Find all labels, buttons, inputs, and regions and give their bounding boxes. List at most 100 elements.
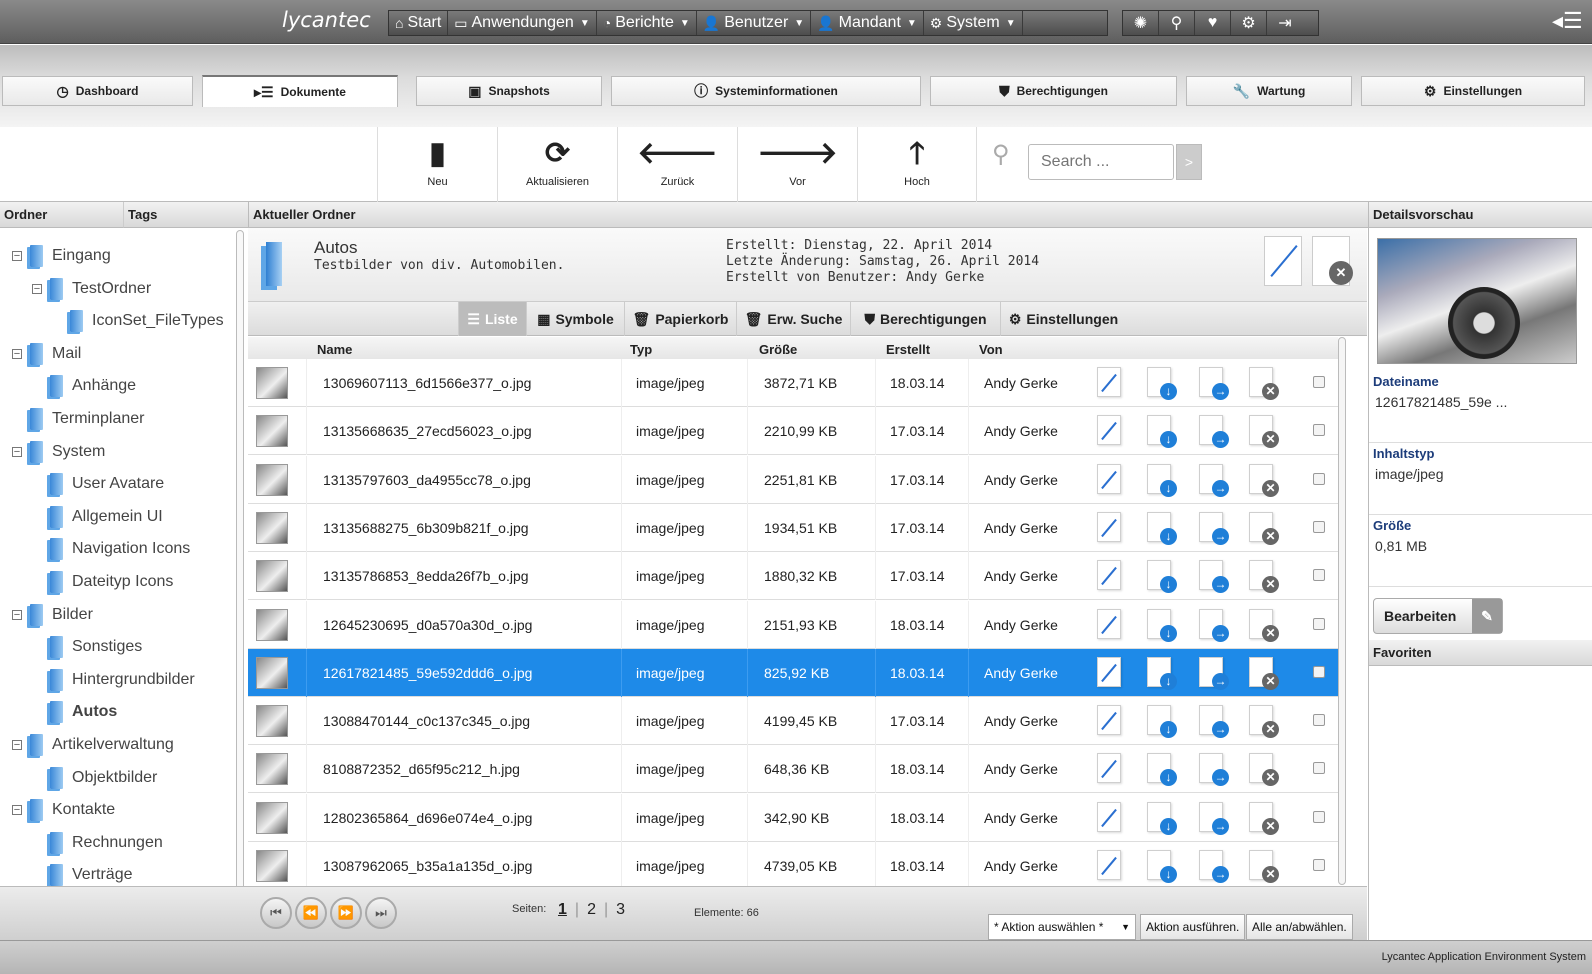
file-name[interactable]: 12617821485_59e592ddd6_o.jpg bbox=[306, 648, 621, 697]
row-checkbox[interactable] bbox=[1313, 810, 1325, 823]
collapse-toggle-icon[interactable]: − bbox=[12, 609, 22, 620]
ordner-tab[interactable]: Ordner bbox=[0, 202, 124, 228]
tree-node-rechnungen[interactable]: Rechnungen bbox=[50, 831, 163, 855]
table-row[interactable]: 13087962065_b35a1a135d_o.jpg image/jpeg 47… bbox=[248, 842, 1338, 890]
edit-file-button[interactable] bbox=[1097, 753, 1127, 787]
tree-node-terminplaner[interactable]: Terminplaner bbox=[30, 407, 144, 431]
row-checkbox[interactable] bbox=[1313, 617, 1325, 630]
last-page-button[interactable]: ⏭ bbox=[365, 897, 397, 929]
delete-folder-button[interactable]: ✕ bbox=[1312, 236, 1353, 286]
collapse-toggle-icon[interactable]: − bbox=[32, 283, 42, 294]
file-thumbnail[interactable] bbox=[256, 560, 288, 593]
edit-file-button[interactable] bbox=[1097, 608, 1127, 643]
tree-node-user-avatare[interactable]: User Avatare bbox=[50, 472, 164, 496]
edit-file-button[interactable] bbox=[1097, 415, 1127, 449]
open-file-button[interactable]: → bbox=[1199, 850, 1229, 884]
file-thumbnail[interactable] bbox=[256, 608, 288, 641]
tree-node-mail[interactable]: − Mail bbox=[12, 342, 81, 366]
view-tab-liste[interactable]: ☰ Liste bbox=[458, 302, 526, 336]
gear-icon[interactable]: ⚙ bbox=[1231, 11, 1267, 35]
back-button[interactable]: 🡐 Zurück bbox=[617, 127, 737, 202]
row-checkbox[interactable] bbox=[1313, 762, 1325, 775]
delete-file-button[interactable]: ✕ bbox=[1249, 415, 1279, 449]
menu-benutzer[interactable]: 👤 Benutzer ▼ bbox=[697, 11, 812, 35]
table-row[interactable]: 12645230695_d0a570a30d_o.jpg image/jpeg 21… bbox=[248, 600, 1338, 649]
open-file-button[interactable]: → bbox=[1199, 753, 1229, 787]
download-file-button[interactable]: ↓ bbox=[1147, 367, 1177, 401]
delete-file-button[interactable]: ✕ bbox=[1249, 367, 1279, 401]
list-scrollbar[interactable] bbox=[1338, 337, 1346, 885]
tree-node-artikelverwaltung[interactable]: − Artikelverwaltung bbox=[12, 733, 174, 757]
file-thumbnail[interactable] bbox=[256, 463, 288, 496]
file-thumbnail[interactable] bbox=[256, 656, 288, 689]
delete-file-button[interactable]: ✕ bbox=[1249, 656, 1279, 691]
row-checkbox[interactable] bbox=[1313, 472, 1325, 485]
file-name[interactable]: 13135786853_8edda26f7b_o.jpg bbox=[306, 552, 621, 601]
download-file-button[interactable]: ↓ bbox=[1147, 560, 1177, 594]
open-file-button[interactable]: → bbox=[1199, 560, 1229, 594]
tree-node-dateityp-icons[interactable]: Dateityp Icons bbox=[50, 570, 173, 594]
open-file-button[interactable]: → bbox=[1199, 608, 1229, 643]
tags-tab[interactable]: Tags bbox=[124, 202, 248, 228]
tree-node-iconset-filetypes[interactable]: IconSet_FileTypes bbox=[70, 309, 224, 333]
view-tab-erw-suche[interactable]: 🗑 Erw. Suche bbox=[736, 302, 850, 336]
file-name[interactable]: 8108872352_d65f95c212_h.jpg bbox=[306, 745, 621, 794]
delete-file-button[interactable]: ✕ bbox=[1249, 463, 1279, 498]
open-file-button[interactable]: → bbox=[1199, 367, 1229, 401]
preview-image[interactable] bbox=[1377, 238, 1577, 364]
bearbeiten-button[interactable]: Bearbeiten ✎ bbox=[1373, 598, 1503, 634]
download-file-button[interactable]: ↓ bbox=[1147, 608, 1177, 643]
tree-node-hintergrundbilder[interactable]: Hintergrundbilder bbox=[50, 668, 195, 692]
file-name[interactable]: 13087962065_b35a1a135d_o.jpg bbox=[306, 842, 621, 890]
page-link-1[interactable]: 1 bbox=[558, 901, 567, 919]
file-thumbnail[interactable] bbox=[256, 753, 288, 786]
open-file-button[interactable]: → bbox=[1199, 801, 1229, 836]
action-select[interactable]: * Aktion auswählen * ▼ bbox=[988, 914, 1136, 940]
new-button[interactable]: ▮ Neu bbox=[377, 127, 497, 202]
file-thumbnail[interactable] bbox=[256, 511, 288, 544]
tree-node-verträge[interactable]: Verträge bbox=[50, 863, 132, 887]
menu-anwendungen[interactable]: ▭ Anwendungen ▼ bbox=[448, 11, 597, 35]
file-name[interactable]: 12802365864_d696e074e4_o.jpg bbox=[306, 793, 621, 842]
delete-file-button[interactable]: ✕ bbox=[1249, 850, 1279, 884]
tab-dashboard[interactable]: ◷ Dashboard bbox=[2, 76, 193, 106]
delete-file-button[interactable]: ✕ bbox=[1249, 753, 1279, 787]
collapse-toggle-icon[interactable]: − bbox=[12, 348, 22, 359]
delete-file-button[interactable]: ✕ bbox=[1249, 511, 1279, 546]
download-file-button[interactable]: ↓ bbox=[1147, 850, 1177, 884]
collapse-toggle-icon[interactable]: − bbox=[12, 740, 22, 751]
open-file-button[interactable]: → bbox=[1199, 705, 1229, 739]
table-row[interactable]: 13135668635_27ecd56023_o.jpg image/jpeg 22… bbox=[248, 407, 1338, 456]
tree-node-system[interactable]: − System bbox=[12, 440, 105, 464]
collapse-toggle-icon[interactable]: − bbox=[12, 446, 22, 457]
file-name[interactable]: 12645230695_d0a570a30d_o.jpg bbox=[306, 600, 621, 649]
row-checkbox[interactable] bbox=[1313, 714, 1325, 727]
table-row[interactable]: 8108872352_d65f95c212_h.jpg image/jpeg 648… bbox=[248, 745, 1338, 794]
action-run-button[interactable]: Aktion ausführen. bbox=[1140, 914, 1246, 940]
tree-node-objektbilder[interactable]: Objektbilder bbox=[50, 766, 157, 790]
row-checkbox[interactable] bbox=[1313, 569, 1325, 582]
edit-file-button[interactable] bbox=[1097, 560, 1127, 594]
heart-icon[interactable]: ♥ bbox=[1195, 11, 1231, 35]
delete-file-button[interactable]: ✕ bbox=[1249, 705, 1279, 739]
download-file-button[interactable]: ↓ bbox=[1147, 463, 1177, 498]
edit-folder-button[interactable] bbox=[1264, 236, 1302, 286]
tab-snapshots[interactable]: ▣ Snapshots bbox=[416, 76, 602, 106]
tree-node-eingang[interactable]: − Eingang bbox=[12, 244, 111, 268]
file-name[interactable]: 13135797603_da4955cc78_o.jpg bbox=[306, 455, 621, 504]
edit-file-button[interactable] bbox=[1097, 463, 1127, 498]
up-button[interactable]: 🡑 Hoch bbox=[857, 127, 977, 202]
collapse-toggle-icon[interactable]: − bbox=[12, 805, 22, 816]
menu-berichte[interactable]: ◔ Berichte ▼ bbox=[597, 11, 697, 35]
tree-node-allgemein-ui[interactable]: Allgemein UI bbox=[50, 505, 163, 529]
collapse-toggle-icon[interactable]: − bbox=[12, 251, 22, 262]
tree-node-kontakte[interactable]: − Kontakte bbox=[12, 798, 115, 822]
table-row[interactable]: 13069607113_6d1566e377_o.jpg image/jpeg 38… bbox=[248, 359, 1338, 407]
table-row[interactable]: 13135797603_da4955cc78_o.jpg image/jpeg 22… bbox=[248, 455, 1338, 504]
view-tab-berechtigungen[interactable]: ⛊ Berechtigungen bbox=[850, 302, 1000, 336]
file-thumbnail[interactable] bbox=[256, 801, 288, 834]
view-tab-symbole[interactable]: ▦ Symbole bbox=[526, 302, 624, 336]
download-file-button[interactable]: ↓ bbox=[1147, 415, 1177, 449]
edit-file-button[interactable] bbox=[1097, 511, 1127, 546]
delete-file-button[interactable]: ✕ bbox=[1249, 560, 1279, 594]
